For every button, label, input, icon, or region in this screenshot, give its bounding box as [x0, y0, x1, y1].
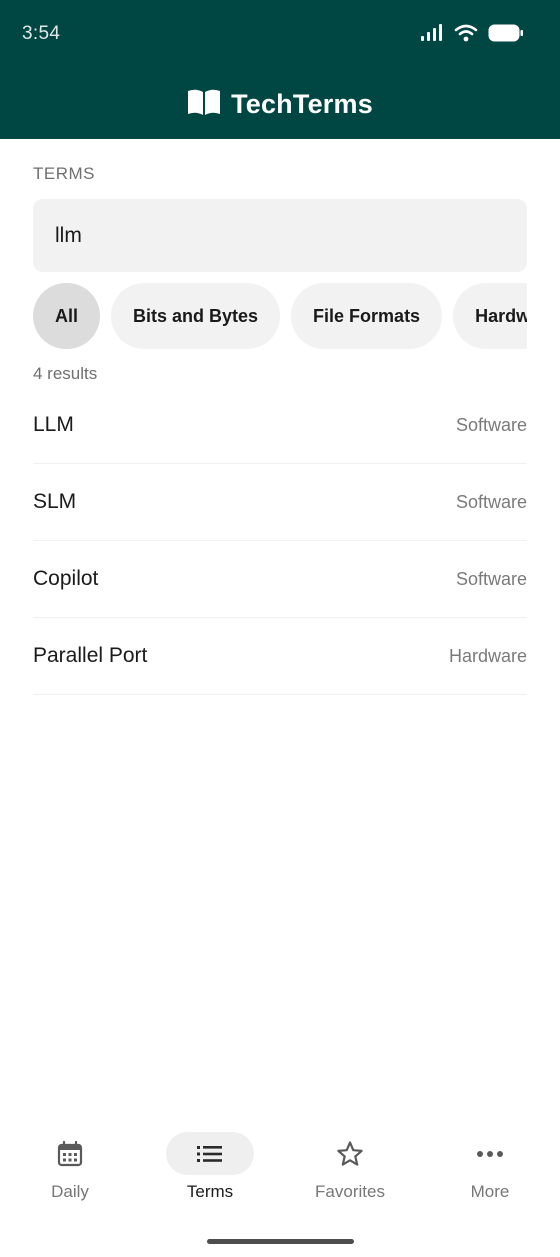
nav-label: Daily [51, 1182, 89, 1201]
calendar-icon [26, 1132, 114, 1175]
bottom-nav: Daily Terms Favorites More [0, 1120, 560, 1220]
battery-icon [488, 24, 524, 47]
result-row[interactable]: Copilot Software [33, 541, 527, 618]
nav-favorites[interactable]: Favorites [280, 1120, 420, 1220]
section-label: TERMS [33, 164, 95, 183]
app-brand: TechTerms [0, 88, 560, 121]
result-term: Parallel Port [33, 644, 148, 667]
search-input[interactable] [33, 199, 527, 272]
nav-label: Favorites [315, 1182, 385, 1201]
nav-daily[interactable]: Daily [0, 1120, 140, 1220]
category-filter-bar[interactable]: All Bits and Bytes File Formats Hardware [33, 283, 527, 349]
nav-terms[interactable]: Terms [140, 1120, 280, 1220]
result-count: 4 results [33, 364, 98, 383]
star-icon [306, 1132, 394, 1175]
nav-more[interactable]: More [420, 1120, 560, 1220]
app-title: TechTerms [231, 89, 373, 119]
chip-file-formats[interactable]: File Formats [291, 283, 443, 349]
book-icon [187, 88, 221, 121]
home-indicator [207, 1239, 354, 1244]
result-category: Software [455, 568, 527, 589]
signal-icon [420, 24, 444, 47]
result-term: Copilot [33, 567, 99, 590]
status-icons [420, 24, 524, 47]
chip-hardware[interactable]: Hardware [453, 283, 527, 349]
app-header: 3:54 TechTerms [0, 0, 560, 139]
result-term: SLM [33, 490, 77, 513]
result-term: LLM [33, 413, 74, 436]
results-list: LLM Software SLM Software Copilot Softwa… [33, 387, 527, 695]
result-row[interactable]: Parallel Port Hardware [33, 618, 527, 695]
list-icon [166, 1132, 254, 1175]
result-category: Software [455, 491, 527, 512]
result-category: Hardware [448, 645, 527, 666]
chip-all[interactable]: All [33, 283, 100, 349]
chip-bits-and-bytes[interactable]: Bits and Bytes [111, 283, 281, 349]
status-time: 3:54 [22, 23, 61, 44]
result-category: Software [455, 414, 527, 435]
nav-label: More [470, 1182, 510, 1201]
wifi-icon [454, 24, 478, 47]
result-row[interactable]: LLM Software [33, 387, 527, 464]
nav-label: Terms [186, 1182, 234, 1201]
more-icon [446, 1132, 534, 1175]
result-row[interactable]: SLM Software [33, 464, 527, 541]
